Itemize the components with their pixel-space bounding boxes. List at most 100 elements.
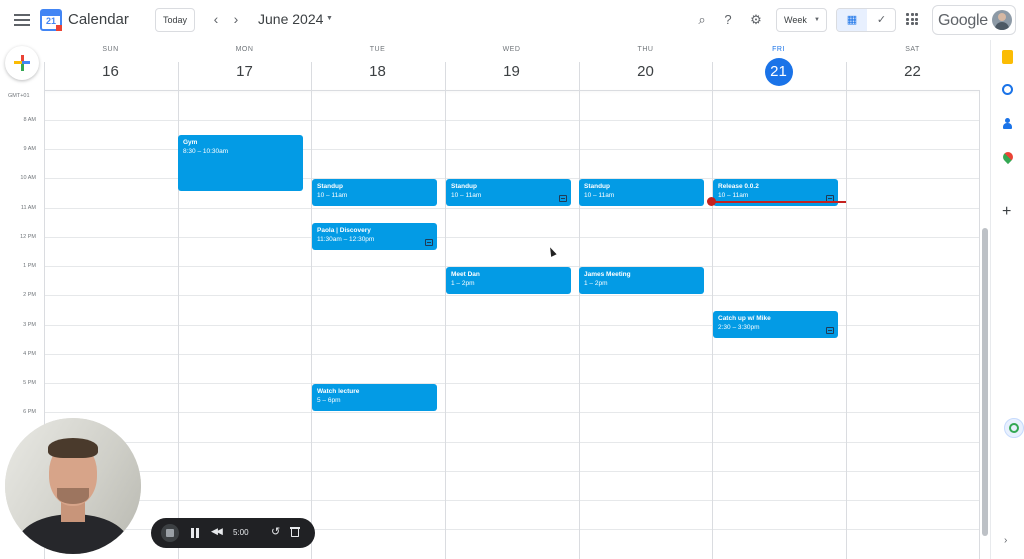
hour-gridline	[44, 237, 980, 238]
event-time: 11:30am – 12:30pm	[317, 236, 375, 243]
top-app-bar: 21 Calendar Today ‹ › June 2024 ▼ ⌕ ? ⚙ …	[0, 0, 1024, 40]
timezone-label: GMT+01	[8, 93, 30, 99]
month-title[interactable]: June 2024	[258, 11, 323, 27]
event-time: 5 – 6pm	[317, 397, 341, 404]
chevron-right-icon[interactable]: ›	[228, 10, 244, 28]
settings-icon[interactable]: ⚙	[746, 10, 766, 30]
event-title: Release 0.0.2	[718, 183, 759, 190]
maps-icon[interactable]	[1000, 149, 1016, 165]
hour-gridline	[44, 500, 980, 501]
chevron-right-icon[interactable]: ›	[1004, 535, 1007, 546]
side-panel: + ›	[990, 40, 1024, 559]
hour-label: 11 AM	[20, 205, 36, 211]
column-divider	[445, 62, 446, 91]
view-selector[interactable]: Week ▼	[776, 8, 827, 32]
vertical-scrollbar[interactable]	[982, 228, 988, 536]
event-title: Watch lecture	[317, 388, 360, 395]
day-header: WED 19	[445, 46, 578, 86]
hour-gridline	[44, 325, 980, 326]
extension-badge-icon[interactable]	[1004, 418, 1024, 438]
current-time-dot	[707, 197, 716, 206]
day-header: SAT 22	[846, 46, 979, 86]
webcam-bubble[interactable]	[5, 418, 141, 554]
view-selector-label: Week	[784, 15, 807, 25]
day-of-week: TUE	[369, 46, 386, 53]
event-meet-dan[interactable]: Meet Dan 1 – 2pm	[446, 267, 571, 294]
account-chip[interactable]: Google	[932, 5, 1016, 35]
current-time-line	[712, 201, 846, 203]
apps-grid-icon[interactable]	[906, 13, 918, 25]
help-icon[interactable]: ?	[718, 10, 738, 30]
day-number-today[interactable]: 21	[764, 58, 793, 86]
event-standup[interactable]: Standup 10 – 11am	[446, 179, 571, 206]
notes-icon	[425, 239, 433, 246]
event-james-meeting[interactable]: James Meeting 1 – 2pm	[579, 267, 704, 294]
contacts-icon[interactable]	[1003, 118, 1012, 129]
rewind-icon[interactable]: ◀◀	[211, 526, 223, 537]
restart-icon[interactable]: ↺	[271, 525, 280, 538]
day-of-week: SAT	[905, 46, 920, 53]
keep-icon[interactable]	[1002, 50, 1013, 64]
column-divider	[712, 62, 713, 91]
day-column-divider	[979, 91, 980, 559]
search-icon[interactable]: ⌕	[692, 10, 712, 30]
hour-gridline	[44, 471, 980, 472]
caret-down-icon[interactable]: ▼	[326, 15, 333, 22]
add-icon[interactable]: +	[1002, 204, 1011, 220]
pause-icon[interactable]	[191, 528, 199, 538]
day-column-divider	[445, 91, 446, 559]
event-title: Catch up w/ Mike	[718, 315, 771, 322]
avatar[interactable]	[992, 10, 1012, 30]
chevron-left-icon[interactable]: ‹	[208, 10, 224, 28]
day-number[interactable]: 22	[899, 58, 927, 86]
app-title[interactable]: Calendar	[68, 11, 129, 28]
event-time: 8:30 – 10:30am	[183, 148, 229, 155]
day-of-week: FRI	[772, 46, 785, 53]
tasks-icon[interactable]	[1002, 84, 1013, 95]
calendar-view-icon[interactable]: ▦	[837, 9, 867, 31]
delete-icon[interactable]	[290, 527, 300, 537]
event-time: 2:30 – 3:30pm	[718, 324, 760, 331]
day-header-today: FRI 21	[712, 46, 845, 86]
recording-timer: 5:00	[233, 528, 249, 537]
hour-label: 5 PM	[23, 380, 36, 386]
event-catch-up-mike[interactable]: Catch up w/ Mike 2:30 – 3:30pm	[713, 311, 838, 338]
view-toggle: ▦ ✓	[836, 8, 896, 32]
event-time: 10 – 11am	[317, 192, 348, 199]
create-button[interactable]	[5, 46, 39, 80]
main-menu-icon[interactable]	[12, 11, 32, 29]
column-divider	[178, 62, 179, 91]
day-column-divider	[579, 91, 580, 559]
day-of-week: SUN	[102, 46, 119, 53]
day-number[interactable]: 20	[632, 58, 660, 86]
recording-controls: ◀◀ 5:00 ↺	[151, 518, 315, 548]
hour-label: 9 AM	[23, 146, 36, 152]
event-title: Standup	[317, 183, 343, 190]
column-divider	[311, 62, 312, 91]
hour-label: 3 PM	[23, 322, 36, 328]
day-number[interactable]: 18	[364, 58, 392, 86]
event-paola-discovery[interactable]: Paola | Discovery 11:30am – 12:30pm	[312, 223, 437, 250]
event-standup[interactable]: Standup 10 – 11am	[579, 179, 704, 206]
hour-gridline	[44, 208, 980, 209]
today-button[interactable]: Today	[155, 8, 195, 32]
day-header: THU 20	[579, 46, 712, 86]
event-gym[interactable]: Gym 8:30 – 10:30am	[178, 135, 303, 191]
event-standup[interactable]: Standup 10 – 11am	[312, 179, 437, 206]
hour-gridline	[44, 295, 980, 296]
tasks-view-icon[interactable]: ✓	[867, 9, 895, 31]
hour-gridline	[44, 412, 980, 413]
day-number[interactable]: 17	[231, 58, 259, 86]
stop-recording-icon[interactable]	[161, 524, 179, 542]
hour-label: 4 PM	[23, 351, 36, 357]
event-title: James Meeting	[584, 271, 631, 278]
column-divider	[44, 62, 45, 91]
day-header: SUN 16	[44, 46, 177, 86]
column-divider	[846, 62, 847, 91]
day-number[interactable]: 19	[498, 58, 526, 86]
hour-gridline	[44, 120, 980, 121]
event-watch-lecture[interactable]: Watch lecture 5 – 6pm	[312, 384, 437, 411]
day-number[interactable]: 16	[97, 58, 125, 86]
calendar-logo-icon[interactable]: 21	[40, 9, 62, 31]
notes-icon	[826, 327, 834, 334]
